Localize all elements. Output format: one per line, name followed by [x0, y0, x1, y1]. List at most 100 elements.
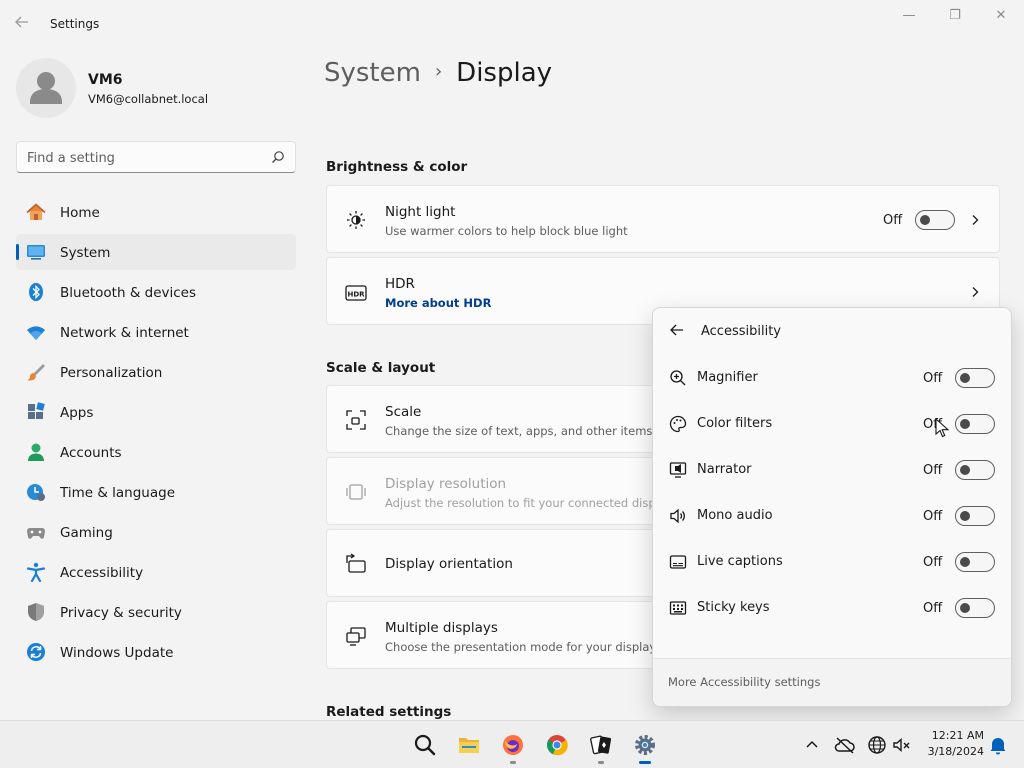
sidebar-item-time-language[interactable]: Time & language [16, 474, 296, 510]
sidebar-item-gaming[interactable]: Gaming [16, 514, 296, 550]
back-arrow-icon[interactable] [669, 322, 685, 338]
running-indicator [639, 761, 651, 764]
night-light-card[interactable]: Night light Use warmer colors to help bl… [326, 185, 1000, 253]
back-arrow-icon[interactable] [14, 14, 34, 34]
sidebar-item-system[interactable]: System [16, 234, 296, 270]
sidebar-item-network[interactable]: Network & internet [16, 314, 296, 350]
settings-icon [635, 735, 655, 755]
close-button[interactable]: ✕ [978, 8, 1024, 26]
sidebar-item-privacy[interactable]: Privacy & security [16, 594, 296, 630]
notifications-button[interactable] [986, 733, 1010, 757]
sidebar-item-accounts[interactable]: Accounts [16, 434, 296, 470]
taskbar-firefox[interactable] [497, 729, 529, 764]
sidebar-item-label: Privacy & security [60, 605, 182, 621]
maximize-button[interactable]: ❐ [932, 8, 978, 26]
cloud-offline-icon [834, 737, 855, 754]
flyout-footer: More Accessibility settings [653, 658, 1011, 706]
bluetooth-icon [29, 283, 43, 301]
home-icon [26, 203, 46, 220]
card-subtitle: Adjust the resolution to fit your connec… [385, 496, 673, 510]
taskbar-chrome[interactable] [541, 729, 573, 761]
night-light-toggle[interactable] [915, 210, 955, 230]
flyout-item-magnifier[interactable]: Magnifier Off [653, 358, 1011, 398]
sidebar-item-label: Bluetooth & devices [60, 285, 197, 301]
scale-icon [346, 410, 366, 430]
card-title: Scale [385, 404, 422, 420]
mono-audio-toggle[interactable] [955, 506, 995, 526]
breadcrumb-parent[interactable]: System [324, 58, 421, 88]
live-captions-icon [669, 555, 687, 569]
firefox-icon [503, 735, 523, 755]
sidebar-item-label: System [60, 245, 111, 261]
sidebar-item-bluetooth[interactable]: Bluetooth & devices [16, 274, 296, 310]
brightness-icon [347, 211, 365, 229]
chevron-up-icon [806, 740, 818, 748]
chevron-right-icon [972, 215, 979, 225]
sidebar-item-label: Apps [60, 405, 94, 421]
avatar[interactable] [16, 58, 76, 118]
sticky-keys-toggle[interactable] [955, 598, 995, 618]
search-box[interactable] [16, 141, 296, 173]
taskbar-clock[interactable]: 12:21 AM 3/18/2024 [918, 728, 984, 760]
narrator-icon [669, 462, 687, 478]
more-accessibility-settings-link[interactable]: More Accessibility settings [668, 675, 820, 689]
accessibility-icon [26, 562, 46, 582]
sidebar-nav: Home System Bluetooth & devices Network … [16, 194, 296, 674]
flyout-item-sticky-keys[interactable]: Sticky keys Off [653, 588, 1011, 628]
flyout-item-live-captions[interactable]: Live captions Off [653, 542, 1011, 582]
card-title: HDR [385, 276, 415, 292]
minimize-button[interactable]: — [886, 8, 932, 26]
running-indicator [598, 761, 604, 764]
taskbar-settings[interactable] [629, 729, 661, 764]
card-subtitle: Choose the presentation mode for your di… [385, 640, 663, 654]
sidebar-item-apps[interactable]: Apps [16, 394, 296, 430]
flyout-item-label: Live captions [697, 554, 783, 569]
sidebar-item-home[interactable]: Home [16, 194, 296, 230]
flyout-item-label: Magnifier [697, 370, 758, 385]
onedrive-tray[interactable] [833, 733, 857, 757]
sidebar-item-personalization[interactable]: Personalization [16, 354, 296, 390]
card-subtitle: Use warmer colors to help block blue lig… [385, 224, 628, 238]
taskbar-file-explorer[interactable] [453, 729, 485, 761]
live-captions-toggle[interactable] [955, 552, 995, 572]
sidebar-item-label: Time & language [60, 485, 176, 501]
show-hidden-icons-button[interactable] [800, 733, 824, 757]
sidebar-item-label: Accounts [60, 445, 122, 461]
brush-icon [27, 364, 45, 381]
color-filters-toggle[interactable] [955, 414, 995, 434]
magnifier-toggle[interactable] [955, 368, 995, 388]
flyout-item-color-filters[interactable]: Color filters Off [653, 404, 1011, 444]
user-email: VM6@collabnet.local [88, 92, 209, 106]
mouse-cursor-icon [935, 418, 949, 438]
search-input[interactable] [27, 148, 257, 168]
volume-tray[interactable] [890, 733, 914, 757]
search-icon [414, 734, 436, 756]
resolution-icon [346, 484, 366, 500]
card-title: Display resolution [385, 476, 507, 492]
sticky-keys-icon [669, 601, 687, 615]
taskbar-search[interactable] [409, 729, 441, 761]
flyout-item-state: Off [923, 601, 943, 616]
gamepad-icon [27, 528, 45, 539]
narrator-toggle[interactable] [955, 460, 995, 480]
sidebar-item-accessibility[interactable]: Accessibility [16, 554, 296, 590]
taskbar: 12:21 AM 3/18/2024 [0, 720, 1024, 768]
network-icon [27, 326, 45, 340]
chrome-icon [547, 735, 568, 756]
section-title-related: Related settings [326, 704, 452, 720]
flyout-item-narrator[interactable]: Narrator Off [653, 450, 1011, 490]
flyout-item-state: Off [923, 463, 943, 478]
section-title-scale: Scale & layout [326, 360, 436, 376]
more-about-hdr-link[interactable]: More about HDR [385, 296, 491, 310]
bell-icon [990, 738, 1006, 755]
sidebar-item-windows-update[interactable]: Windows Update [16, 634, 296, 670]
card-title: Night light [385, 204, 456, 220]
flyout-item-label: Sticky keys [697, 600, 770, 615]
taskbar-solitaire[interactable] [585, 729, 617, 764]
svg-text:HDR: HDR [347, 291, 365, 299]
network-tray[interactable] [865, 733, 889, 757]
clock-time: 12:21 AM [931, 729, 984, 742]
flyout-item-state: Off [923, 555, 943, 570]
flyout-item-mono-audio[interactable]: Mono audio Off [653, 496, 1011, 536]
shield-icon [28, 603, 44, 621]
